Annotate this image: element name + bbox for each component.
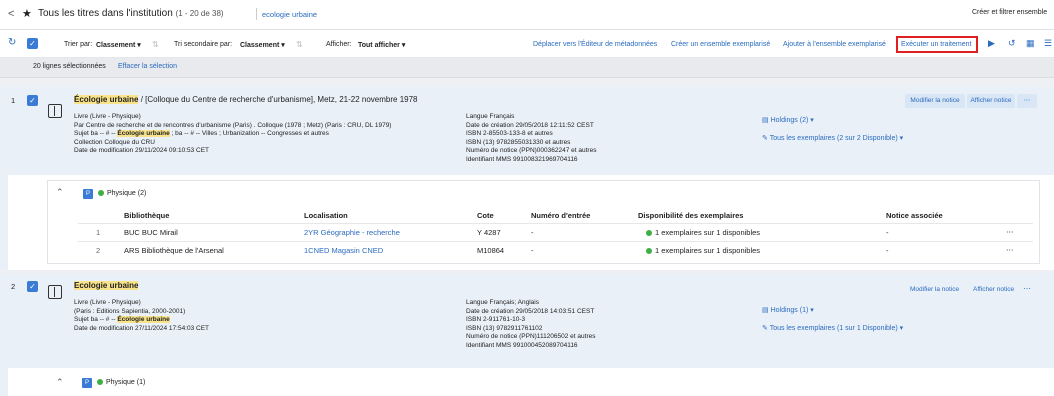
- add-to-itemized-set-link[interactable]: Ajouter à l'ensemble exemplarisé: [783, 41, 886, 48]
- physical-badge: P: [82, 378, 92, 388]
- row-2-accession: -: [531, 246, 534, 255]
- row-1-library: BUC BUC Mirail: [124, 228, 178, 237]
- top-bar: < ★ Tous les titres dans l'institution (…: [0, 0, 1054, 30]
- table-divider: [78, 223, 1033, 224]
- create-itemized-set-link[interactable]: Créer un ensemble exemplarisé: [671, 41, 770, 48]
- sort-label: Trier par:: [64, 41, 93, 48]
- results-toolbar: ↻ ✓ Trier par: Classement ▾ ⇅ Tri second…: [0, 30, 1054, 58]
- refresh-icon[interactable]: ↻: [8, 37, 16, 48]
- physical-badge: P: [83, 189, 93, 199]
- physical-label[interactable]: Physique (2): [98, 190, 146, 197]
- row-2-index: 2: [96, 246, 101, 255]
- table-divider: [78, 241, 1033, 242]
- record-author: Par Centre de recherche et de rencontres…: [74, 121, 392, 129]
- record-2: 2 ✓ Ecologie urbaine Livre (Livre - Phys…: [0, 273, 1054, 396]
- record-2-index: 2: [11, 282, 16, 291]
- sync-icon[interactable]: ↺: [1008, 38, 1016, 49]
- record-1-identifiers: Langue Français Date de création 29/05/2…: [466, 113, 597, 163]
- record-publisher: (Paris : Editions Sapientia, 2000-2001): [74, 307, 186, 315]
- row-1-callnumber: Y 4287: [477, 228, 501, 237]
- selection-bar: 20 lignes sélectionnées Effacer la sélec…: [0, 58, 1054, 78]
- display-dropdown[interactable]: Tout afficher ▾: [358, 41, 405, 49]
- record-modified: Date de modification 27/11/2024 17:54:03…: [74, 324, 210, 332]
- record-2-details: Livre (Livre - Physique) (Paris : Editio…: [74, 299, 209, 333]
- create-filter-set-button[interactable]: Créer et filtrer ensemble: [972, 9, 1047, 16]
- record-type: Livre (Livre - Physique): [74, 299, 141, 306]
- row-1-accession: -: [531, 228, 534, 237]
- row-2-library: ARS Bibliothèque de l'Arsenal: [124, 246, 224, 255]
- row-1-index: 1: [96, 228, 101, 237]
- list-view-icon[interactable]: ☰: [1044, 38, 1052, 49]
- record-1-title[interactable]: Écologie urbaine / [Colloque du Centre d…: [74, 95, 418, 104]
- view-record-button[interactable]: Afficher notice: [967, 94, 1015, 108]
- col-header-callnumber: Cote: [477, 211, 494, 220]
- secondary-sort-label: Tri secondaire par:: [174, 41, 233, 48]
- view-record-button[interactable]: Afficher notice: [973, 286, 1014, 293]
- items-link[interactable]: ✎ Tous les exemplaires (1 sur 1 Disponib…: [762, 324, 903, 332]
- select-all-checkbox[interactable]: ✓: [27, 38, 38, 49]
- secondary-sort-dropdown[interactable]: Classement ▾: [240, 41, 285, 49]
- record-modified: Date de modification 29/11/2024 09:10:53…: [74, 147, 210, 154]
- record-1-left-bar: [0, 175, 8, 270]
- record-type: Livre (Livre - Physique): [74, 113, 141, 120]
- result-count: (1 - 20 de 38): [175, 9, 224, 18]
- display-label: Afficher:: [326, 41, 352, 48]
- record-subject: Sujet ba -- # -- Écologie urbaine: [74, 316, 170, 323]
- row-2-linked: -: [886, 246, 889, 255]
- sort-dropdown[interactable]: Classement ▾: [96, 41, 141, 49]
- more-actions-button[interactable]: ⋯: [1023, 284, 1031, 293]
- record-2-checkbox[interactable]: ✓: [27, 281, 38, 292]
- record-2-identifiers: Langue Français; Anglais Date de créatio…: [466, 299, 596, 349]
- row-1-linked: -: [886, 228, 889, 237]
- row-1-location[interactable]: 2YR Géographie - recherche: [304, 228, 400, 237]
- col-header-linked: Notice associée: [886, 211, 943, 220]
- title-separator: [256, 8, 257, 20]
- items-link[interactable]: ✎ Tous les exemplaires (2 sur 2 Disponib…: [762, 134, 903, 142]
- more-actions-button[interactable]: ⋯: [1017, 94, 1037, 108]
- run-process-link[interactable]: Exécuter un traitement: [901, 41, 971, 48]
- record-1-details: Livre (Livre - Physique) Par Centre de r…: [74, 113, 391, 156]
- collapse-icon[interactable]: ⌃: [56, 377, 64, 388]
- physical-inventory-panel: ⌃ P Physique (2) Bibliothèque Localisati…: [47, 180, 1040, 264]
- col-header-availability: Disponibilité des exemplaires: [638, 211, 744, 220]
- record-2-left-bar: [0, 368, 8, 396]
- collapse-icon[interactable]: ⌃: [56, 187, 64, 198]
- book-icon: [48, 285, 62, 299]
- record-subject: Sujet ba -- # -- Écologie urbaine ; ba -…: [74, 130, 329, 137]
- grid-view-icon[interactable]: ▦: [1026, 38, 1035, 49]
- search-term-link[interactable]: ecologie urbaine: [262, 10, 317, 19]
- edit-record-button[interactable]: Modifier la notice: [910, 286, 959, 293]
- col-header-location: Localisation: [304, 211, 348, 220]
- secondary-sort-direction-icon[interactable]: ⇅: [296, 40, 303, 49]
- back-arrow-icon[interactable]: <: [8, 8, 14, 20]
- record-collection: Collection Colloque du CRU: [74, 138, 155, 146]
- row-2-availability[interactable]: 1 exemplaires sur 1 disponibles: [646, 246, 760, 255]
- edit-record-button[interactable]: Modifier la notice: [905, 94, 965, 108]
- row-2-callnumber: M10864: [477, 246, 505, 255]
- physical-label[interactable]: Physique (1): [97, 379, 145, 386]
- record-1-checkbox[interactable]: ✓: [27, 95, 38, 106]
- record-2-title[interactable]: Ecologie urbaine: [74, 281, 139, 290]
- row-1-more-icon[interactable]: ⋯: [1006, 227, 1014, 236]
- row-2-location[interactable]: 1CNED Magasin CNED: [304, 246, 383, 255]
- selected-count: 20 lignes sélectionnées: [33, 63, 106, 70]
- export-icon[interactable]: ▶: [988, 38, 995, 49]
- row-2-more-icon[interactable]: ⋯: [1006, 245, 1014, 254]
- col-header-accession: Numéro d'entrée: [531, 211, 591, 220]
- page-title: Tous les titres dans l'institution (1 - …: [38, 8, 224, 19]
- holdings-link[interactable]: ▤ Holdings (2) ▾: [762, 116, 814, 124]
- home-icon[interactable]: ★: [22, 7, 32, 20]
- sort-direction-icon[interactable]: ⇅: [152, 40, 159, 49]
- move-to-md-editor-link[interactable]: Déplacer vers l'Éditeur de métadonnées: [533, 41, 657, 48]
- row-1-availability[interactable]: 1 exemplaires sur 1 disponibles: [646, 228, 760, 237]
- col-header-library: Bibliothèque: [124, 211, 170, 220]
- holdings-link[interactable]: ▤ Holdings (1) ▾: [762, 306, 814, 314]
- book-icon: [48, 104, 62, 118]
- clear-selection-link[interactable]: Effacer la sélection: [118, 63, 177, 70]
- record-1-index: 1: [11, 96, 16, 105]
